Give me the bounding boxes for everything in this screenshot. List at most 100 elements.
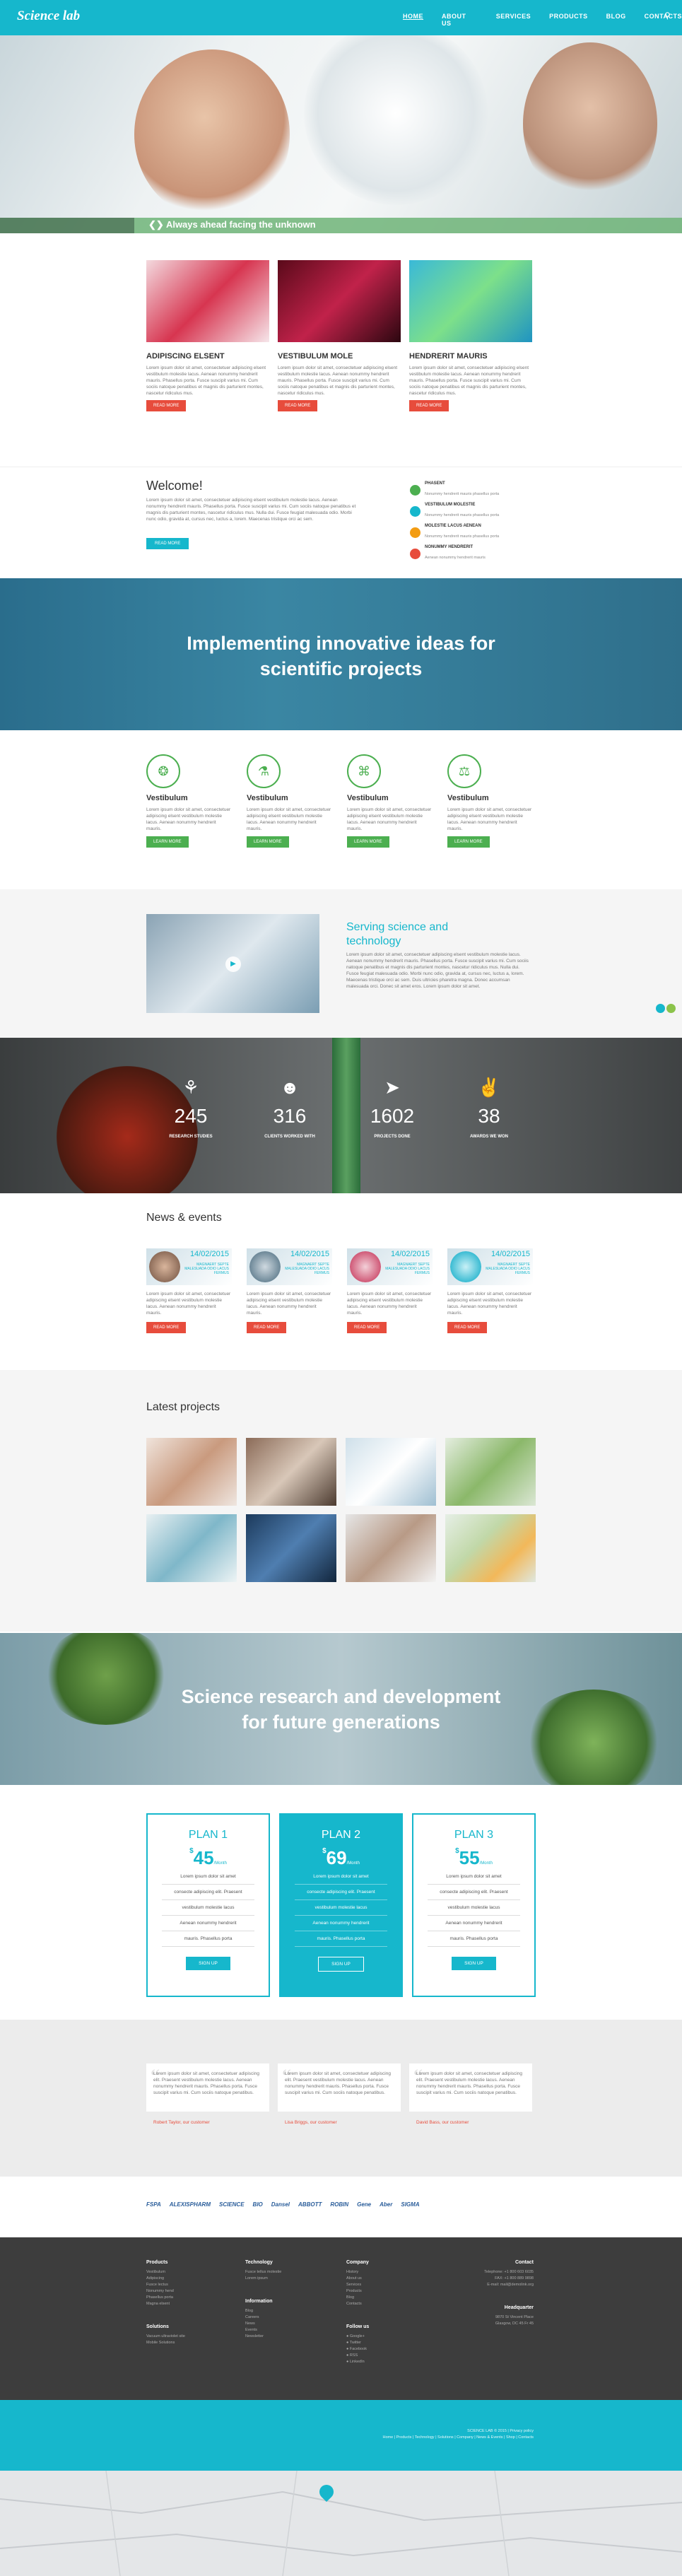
footer-link[interactable]: Careers [245,2314,281,2321]
list-item-text: Nonummy hendrerit mauris phasellus porta [425,534,500,539]
nav-blog[interactable]: BLOG [606,13,626,27]
nav-about-us[interactable]: ABOUT US [442,13,478,27]
nav-services[interactable]: SERVICES [496,13,531,27]
partner-logo[interactable]: BIO [253,2201,263,2208]
testimonial-text: Lorem ipsum dolor sit amet, consectetuer… [153,2071,259,2095]
sprout-icon: ⚘ [182,1077,199,1098]
social-link-rss[interactable]: ● RSS [346,2353,369,2359]
read-more-button[interactable]: READ MORE [278,400,318,411]
sign-up-button[interactable]: SIGN UP [452,1957,496,1970]
footer-link[interactable]: Events [245,2327,281,2334]
location-map[interactable] [0,2471,682,2576]
read-more-button[interactable]: READ MORE [247,1322,287,1333]
footer-link[interactable]: History [346,2269,369,2276]
footer-link[interactable]: Magna elsent [146,2301,185,2307]
news-date: 14/02/2015 [189,1250,229,1258]
footer-link[interactable]: Nonummy hend [146,2288,185,2295]
footer-link[interactable]: Phasellus porta [146,2295,185,2301]
sign-up-button[interactable]: SIGN UP [318,1957,364,1972]
footer-link[interactable]: Services [346,2282,369,2288]
plan-feature: Aenean nonummy hendrerit [162,1916,254,1931]
plan-title: PLAN 1 [188,1829,228,1841]
welcome-list-item: MOLESTIE LACUS AENEAN Nonummy hendrerit m… [410,524,499,541]
hero-image-scientist [134,49,290,219]
news-image[interactable]: 14/02/2015 MAGNAERT SEPTE MALESUADA ODIO… [447,1248,533,1285]
feature-title: ADIPISCING ELSENT [146,352,225,361]
news-headline[interactable]: MAGNAERT SEPTE MALESUADA ODIO LACUS FERM… [280,1263,329,1275]
learn-more-button[interactable]: LEARN MORE [247,836,289,848]
project-image[interactable] [246,1514,336,1582]
social-link-linkedin[interactable]: ● LinkedIn [346,2359,369,2365]
social-link-twitter[interactable]: ● Twitter [346,2340,369,2346]
search-icon[interactable]: ⚲ [664,11,671,21]
footer-link[interactable]: Contacts [346,2301,369,2307]
social-icon[interactable] [656,1004,665,1013]
share-icon[interactable] [666,1004,676,1013]
partner-logo[interactable]: SCIENCE [219,2201,245,2208]
learn-more-button[interactable]: LEARN MORE [347,836,389,848]
partner-logo[interactable]: SIGMA [401,2201,419,2208]
footer-link[interactable]: Fusce lectus [146,2282,185,2288]
footer-link[interactable]: Products [346,2288,369,2295]
sign-up-button[interactable]: SIGN UP [186,1957,230,1970]
footer-link[interactable]: Vacuum ultraviolet site [146,2334,185,2340]
partner-logo[interactable]: Aber [380,2201,392,2208]
hq-address: 9870 St Vincent Place [495,2315,534,2319]
bottom-links[interactable]: Home | Products | Technology | Solutions… [353,2435,534,2441]
social-link-google-plus[interactable]: ● Google+ [346,2334,369,2340]
read-more-button[interactable]: READ MORE [146,1322,187,1333]
project-image[interactable] [146,1514,237,1582]
project-image[interactable] [445,1514,536,1582]
partner-logo[interactable]: ABBOTT [298,2201,322,2208]
partner-logo[interactable]: ALEXISPHARM [170,2201,211,2208]
project-image[interactable] [445,1438,536,1506]
footer-link[interactable]: Fusce tellus molestie [245,2269,281,2276]
footer-link[interactable]: Lorem ipsum [245,2276,281,2282]
partner-logo[interactable]: FSPA [146,2201,161,2208]
news-date: 14/02/2015 [390,1250,430,1258]
project-image[interactable] [146,1438,237,1506]
contact-email[interactable]: E-mail: mail@demolink.org [445,2282,534,2288]
news-image[interactable]: 14/02/2015 MAGNAERT SEPTE MALESUADA ODIO… [247,1248,332,1285]
footer-link[interactable]: Blog [346,2295,369,2301]
welcome-read-more-button[interactable]: READ MORE [146,538,189,549]
footer-link[interactable]: Blog [245,2308,281,2314]
testimonial-card: “ Lorem ipsum dolor sit amet, consectetu… [278,2063,401,2125]
social-link-facebook[interactable]: ● Facebook [346,2346,369,2353]
footer-column-technology: Technology Fusce tellus molestie Lorem i… [245,2260,281,2340]
plan-feature: Aenean nonummy hendrerit [295,1916,387,1931]
molecule-icon: ❂ [146,754,180,788]
project-image[interactable] [346,1514,436,1582]
read-more-button[interactable]: READ MORE [146,400,187,411]
news-headline[interactable]: MAGNAERT SEPTE MALESUADA ODIO LACUS FERM… [180,1263,229,1275]
project-image[interactable] [246,1438,336,1506]
partner-logo[interactable]: Gene [357,2201,371,2208]
partner-logo[interactable]: ROBIN [330,2201,348,2208]
read-more-button[interactable]: READ MORE [409,400,449,411]
read-more-button[interactable]: READ MORE [347,1322,387,1333]
nav-products[interactable]: PRODUCTS [549,13,588,27]
read-more-button[interactable]: READ MORE [447,1322,488,1333]
learn-more-button[interactable]: LEARN MORE [146,836,189,848]
footer-link[interactable]: News [245,2321,281,2327]
nav-contacts[interactable]: CONTACTS [645,13,682,27]
feature-card: ADIPISCING ELSENT Lorem ipsum dolor sit … [146,260,269,411]
footer-link[interactable]: Newsletter [245,2334,281,2340]
footer-link[interactable]: About us [346,2276,369,2282]
news-image[interactable]: 14/02/2015 MAGNAERT SEPTE MALESUADA ODIO… [146,1248,232,1285]
site-logo[interactable]: Science lab [17,8,80,24]
play-icon[interactable]: ▶ [225,956,241,972]
footer-link[interactable]: Mobile Solutions [146,2340,185,2346]
project-image[interactable] [346,1438,436,1506]
nav-home[interactable]: HOME [403,13,423,27]
copyright: SCIENCE LAB © 2015 | Privacy policy Home… [353,2428,534,2441]
news-headline[interactable]: MAGNAERT SEPTE MALESUADA ODIO LACUS FERM… [380,1263,430,1275]
banner-title: Implementing innovative ideas for scient… [0,631,682,681]
news-headline[interactable]: MAGNAERT SEPTE MALESUADA ODIO LACUS FERM… [481,1263,530,1275]
partner-logo[interactable]: Dansel [271,2201,290,2208]
learn-more-button[interactable]: LEARN MORE [447,836,490,848]
footer-link[interactable]: Adipiscing [146,2276,185,2282]
news-image[interactable]: 14/02/2015 MAGNAERT SEPTE MALESUADA ODIO… [347,1248,433,1285]
serving-video-thumbnail[interactable]: ▶ [146,914,319,1013]
footer-link[interactable]: Vestibulum [146,2269,185,2276]
